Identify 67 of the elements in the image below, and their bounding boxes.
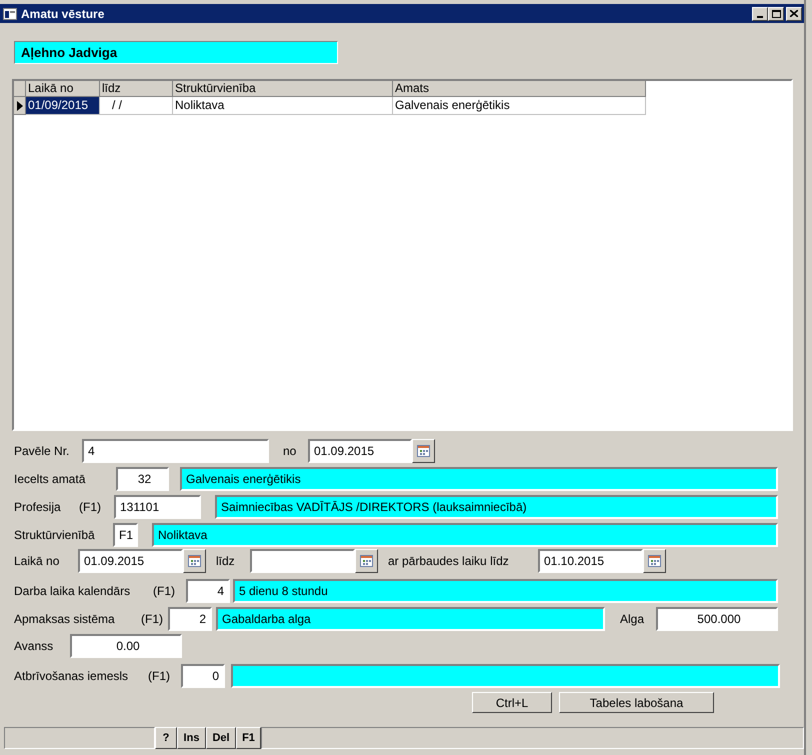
employee-name: Aļehno Jadviga [14, 41, 338, 64]
input-field[interactable]: 01.10.2015 [538, 549, 643, 573]
lookup-field: 5 dienu 8 stundu [233, 579, 778, 603]
column-header[interactable]: Amats [393, 81, 646, 97]
field-label: Alga [620, 611, 646, 628]
key-button[interactable]: Ins [177, 727, 206, 749]
field-label: no [283, 443, 298, 460]
calendar-icon [417, 445, 430, 457]
input-field[interactable]: 131101 [114, 495, 201, 519]
input-field[interactable] [250, 549, 355, 573]
lookup-field: Noliktava [152, 523, 778, 547]
input-field[interactable]: 500.000 [656, 607, 778, 631]
table-cell: Galvenais enerģētikis [393, 97, 646, 115]
column-header[interactable]: Laikā no [26, 81, 100, 97]
row-header[interactable] [14, 97, 26, 115]
calendar-button[interactable] [643, 549, 666, 573]
input-field[interactable]: 4 [186, 579, 230, 603]
window-title: Amatu vēsture [21, 6, 104, 22]
close-icon [790, 10, 798, 17]
calendar-icon [360, 555, 373, 567]
field-label: (F1) [153, 583, 176, 600]
calendar-icon [188, 555, 201, 567]
input-field[interactable]: 4 [82, 439, 269, 463]
minimize-button[interactable] [752, 6, 768, 20]
field-label: ar pārbaudes laiku līdz [388, 553, 510, 570]
input-field[interactable]: F1 [113, 523, 138, 547]
calendar-button[interactable] [412, 439, 435, 463]
input-field[interactable]: 2 [168, 607, 212, 631]
column-header[interactable]: Struktūrvienība [173, 81, 393, 97]
field-label: Darba laika kalendārs [14, 583, 132, 600]
input-field[interactable]: 0 [181, 664, 225, 688]
key-button[interactable]: F1 [236, 727, 261, 749]
table-cell: / / [100, 97, 173, 115]
input-field[interactable]: 01.09.2015 [78, 549, 183, 573]
input-field[interactable]: 32 [116, 467, 169, 491]
input-field[interactable]: 0.00 [70, 634, 182, 658]
table-cell: Noliktava [173, 97, 393, 115]
calendar-button[interactable] [183, 549, 206, 573]
maximize-icon [772, 10, 780, 18]
field-label: Avanss [14, 638, 54, 655]
column-header[interactable]: līdz [100, 81, 173, 97]
field-label: Pavēle Nr. [14, 443, 70, 460]
action-button[interactable]: Tabeles labošana [559, 692, 714, 713]
minimize-icon [757, 16, 763, 18]
key-button[interactable]: ? [155, 727, 177, 749]
field-label: (F1) [148, 668, 171, 685]
field-label: Iecelts amatā [14, 471, 86, 488]
field-label: Struktūrvienībā [14, 527, 96, 544]
input-field[interactable]: 01.09.2015 [308, 439, 412, 463]
field-label: Atbrīvošanas iemesls [14, 668, 130, 685]
lookup-field: Saimniecības VADĪTĀJS /DIREKTORS (lauksaimniecībā) [215, 495, 778, 519]
key-button[interactable]: Del [206, 727, 236, 749]
close-button[interactable] [786, 6, 802, 20]
lookup-field: Gabaldarba alga [216, 607, 605, 631]
field-label: Apmaksas sistēma [14, 611, 116, 628]
field-label: Laikā no [14, 553, 60, 570]
field-label: līdz [216, 553, 236, 570]
lookup-field: Galvenais enerģētikis [180, 467, 778, 491]
field-label: Profesija [14, 499, 62, 516]
calendar-icon [648, 555, 661, 567]
action-button[interactable]: Ctrl+L [472, 692, 552, 713]
field-label: (F1) [79, 499, 102, 516]
calendar-button[interactable] [355, 549, 378, 573]
field-label: (F1) [141, 611, 164, 628]
maximize-button[interactable] [768, 6, 784, 20]
table-cell: 01/09/2015 [26, 97, 100, 115]
window-icon [3, 8, 17, 20]
